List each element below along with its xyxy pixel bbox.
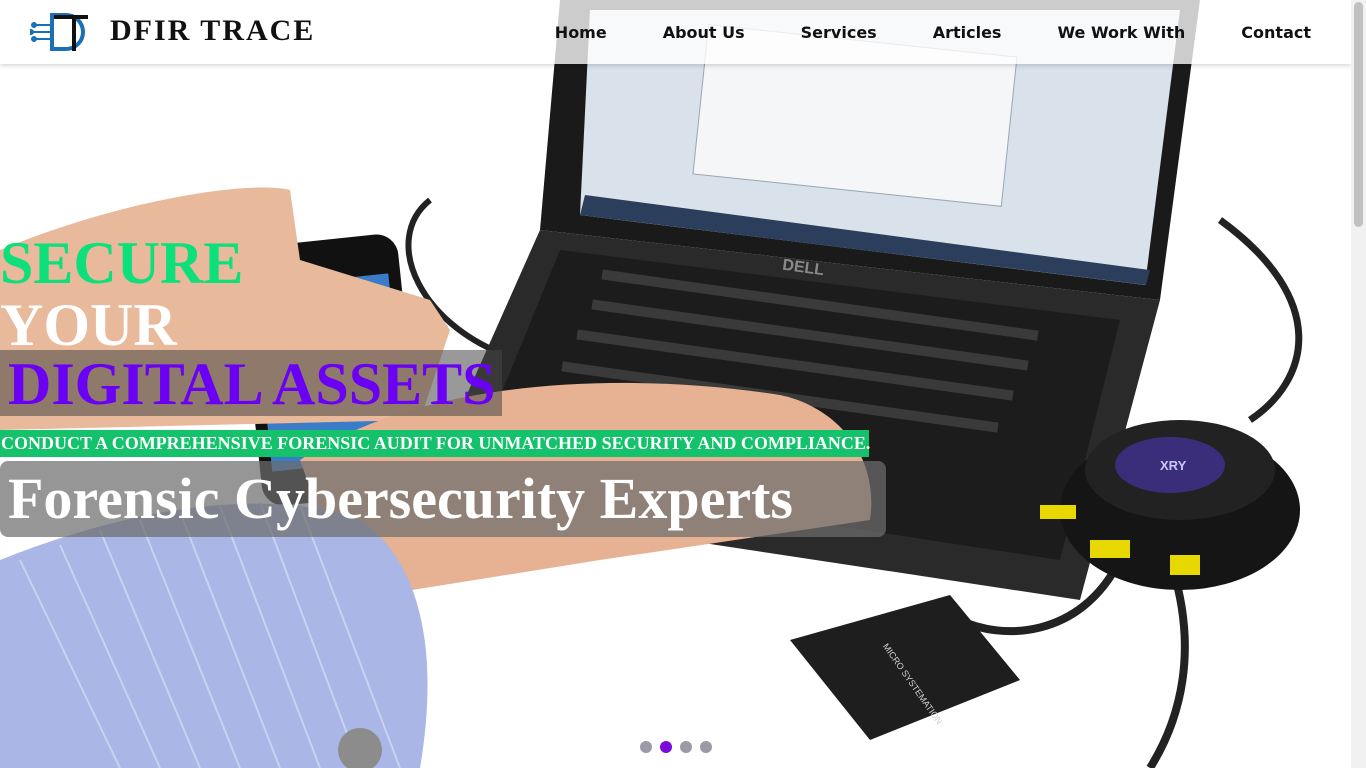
nav-we-work-with[interactable]: We Work With	[1057, 23, 1185, 42]
page-scrollbar[interactable]	[1351, 0, 1366, 768]
hero-tagline: Forensic Cybersecurity Experts	[8, 466, 793, 531]
carousel-dot-1[interactable]	[640, 741, 652, 753]
hero-heading-line-1: SECURE	[0, 230, 244, 296]
dt-circuit-logo-icon[interactable]	[30, 11, 88, 53]
carousel-dot-4[interactable]	[700, 741, 712, 753]
nav-contact[interactable]: Contact	[1241, 23, 1311, 42]
nav-menu: Home About Us Services Articles We Work …	[555, 0, 1311, 64]
brand-name[interactable]: DFIR TRACE	[110, 14, 315, 48]
nav-services[interactable]: Services	[801, 23, 877, 42]
hero-heading-line-3: DIGITAL ASSETS	[8, 351, 496, 417]
top-navbar: DFIR TRACE Home About Us Services Articl…	[0, 0, 1351, 64]
nav-home[interactable]: Home	[555, 23, 607, 42]
carousel-dot-3[interactable]	[680, 741, 692, 753]
scrollbar-thumb[interactable]	[1354, 2, 1363, 227]
carousel-dot-2[interactable]	[660, 741, 672, 753]
nav-articles[interactable]: Articles	[933, 23, 1002, 42]
carousel-indicators	[640, 741, 720, 753]
nav-about-us[interactable]: About Us	[663, 23, 745, 42]
hub-brand-label: XRY	[1160, 458, 1187, 473]
hero-subtitle: CONDUCT A COMPREHENSIVE FORENSIC AUDIT F…	[1, 433, 871, 453]
